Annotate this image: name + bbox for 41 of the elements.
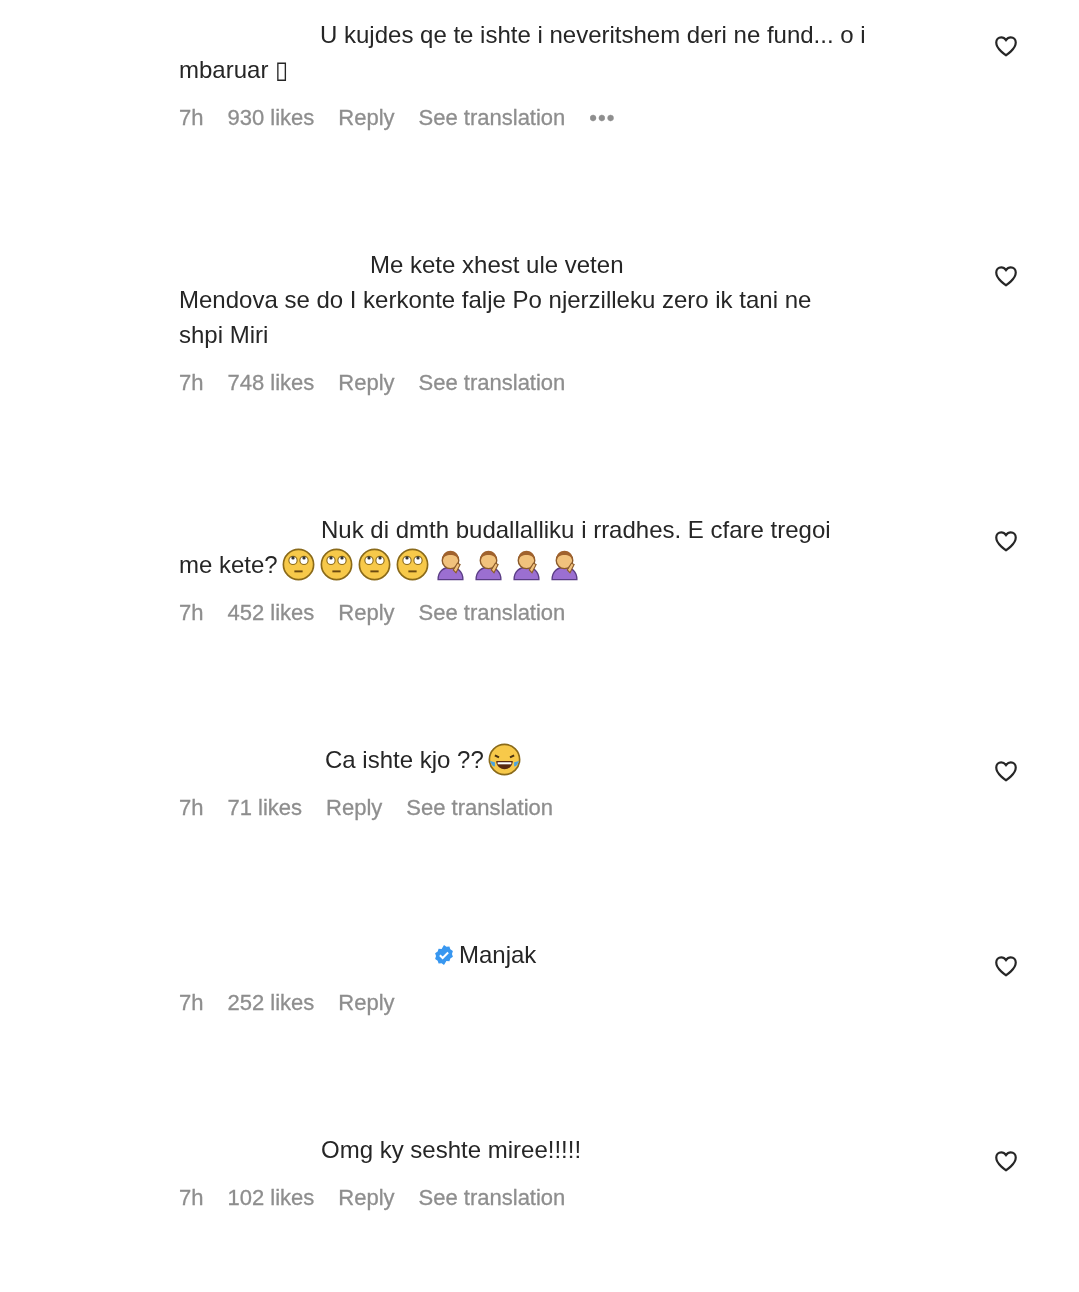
- heart-icon[interactable]: [993, 33, 1019, 59]
- heart-icon[interactable]: [993, 528, 1019, 554]
- eye-roll-emoji-icon: [357, 548, 391, 581]
- comment-text: Ca ishte kjo ??: [179, 742, 989, 777]
- eye-roll-emoji-icon: [395, 548, 429, 581]
- reply-link[interactable]: Reply: [338, 368, 395, 398]
- heart-icon[interactable]: [993, 758, 1019, 784]
- likes-count[interactable]: 452 likes: [227, 598, 315, 628]
- reply-link[interactable]: Reply: [326, 793, 383, 823]
- comment-text: U kujdes qe te ishte i neveritshem deri ne fund... o i mbaruar ▯: [179, 20, 867, 85]
- reply-link[interactable]: Reply: [338, 103, 395, 133]
- likes-count[interactable]: 102 likes: [227, 1183, 315, 1213]
- likes-count[interactable]: 252 likes: [227, 988, 315, 1018]
- reply-link[interactable]: Reply: [338, 1183, 395, 1213]
- eye-roll-emoji-icon: [281, 548, 315, 581]
- heart-icon[interactable]: [993, 263, 1019, 289]
- likes-count[interactable]: 748 likes: [227, 368, 315, 398]
- comment-time: 7h: [179, 989, 204, 1017]
- heart-icon[interactable]: [993, 953, 1019, 979]
- comment-time: 7h: [179, 104, 204, 132]
- comment-text: Nuk di dmth budallalliku i rradhes. E cfare tregoi me kete?: [179, 512, 989, 582]
- see-translation-link[interactable]: See translation: [418, 598, 566, 628]
- likes-count[interactable]: 71 likes: [227, 793, 303, 823]
- see-translation-link[interactable]: See translation: [406, 793, 554, 823]
- comment-time: 7h: [179, 599, 204, 627]
- comment-text: Me kete xhest ule veten Mendova se do I kerkonte falje Po njerzilleku zero ik tani ne shpi Miri: [179, 250, 813, 350]
- comment-time: 7h: [179, 369, 204, 397]
- heart-icon[interactable]: [993, 1148, 1019, 1174]
- comment-text: Omg ky seshte miree!!!!!: [320, 1135, 583, 1165]
- comment-text: Manjak: [179, 937, 989, 972]
- reply-link[interactable]: Reply: [338, 988, 395, 1018]
- laughing-emoji-icon: [487, 743, 521, 776]
- see-translation-link[interactable]: See translation: [418, 1183, 566, 1213]
- see-translation-link[interactable]: See translation: [418, 103, 566, 133]
- reply-link[interactable]: Reply: [338, 598, 395, 628]
- eye-roll-emoji-icon: [319, 548, 353, 581]
- likes-count[interactable]: 930 likes: [227, 103, 315, 133]
- comment-time: 7h: [179, 794, 204, 822]
- comment-time: 7h: [179, 1184, 204, 1212]
- more-options-button[interactable]: •••: [589, 103, 616, 133]
- see-translation-link[interactable]: See translation: [418, 368, 566, 398]
